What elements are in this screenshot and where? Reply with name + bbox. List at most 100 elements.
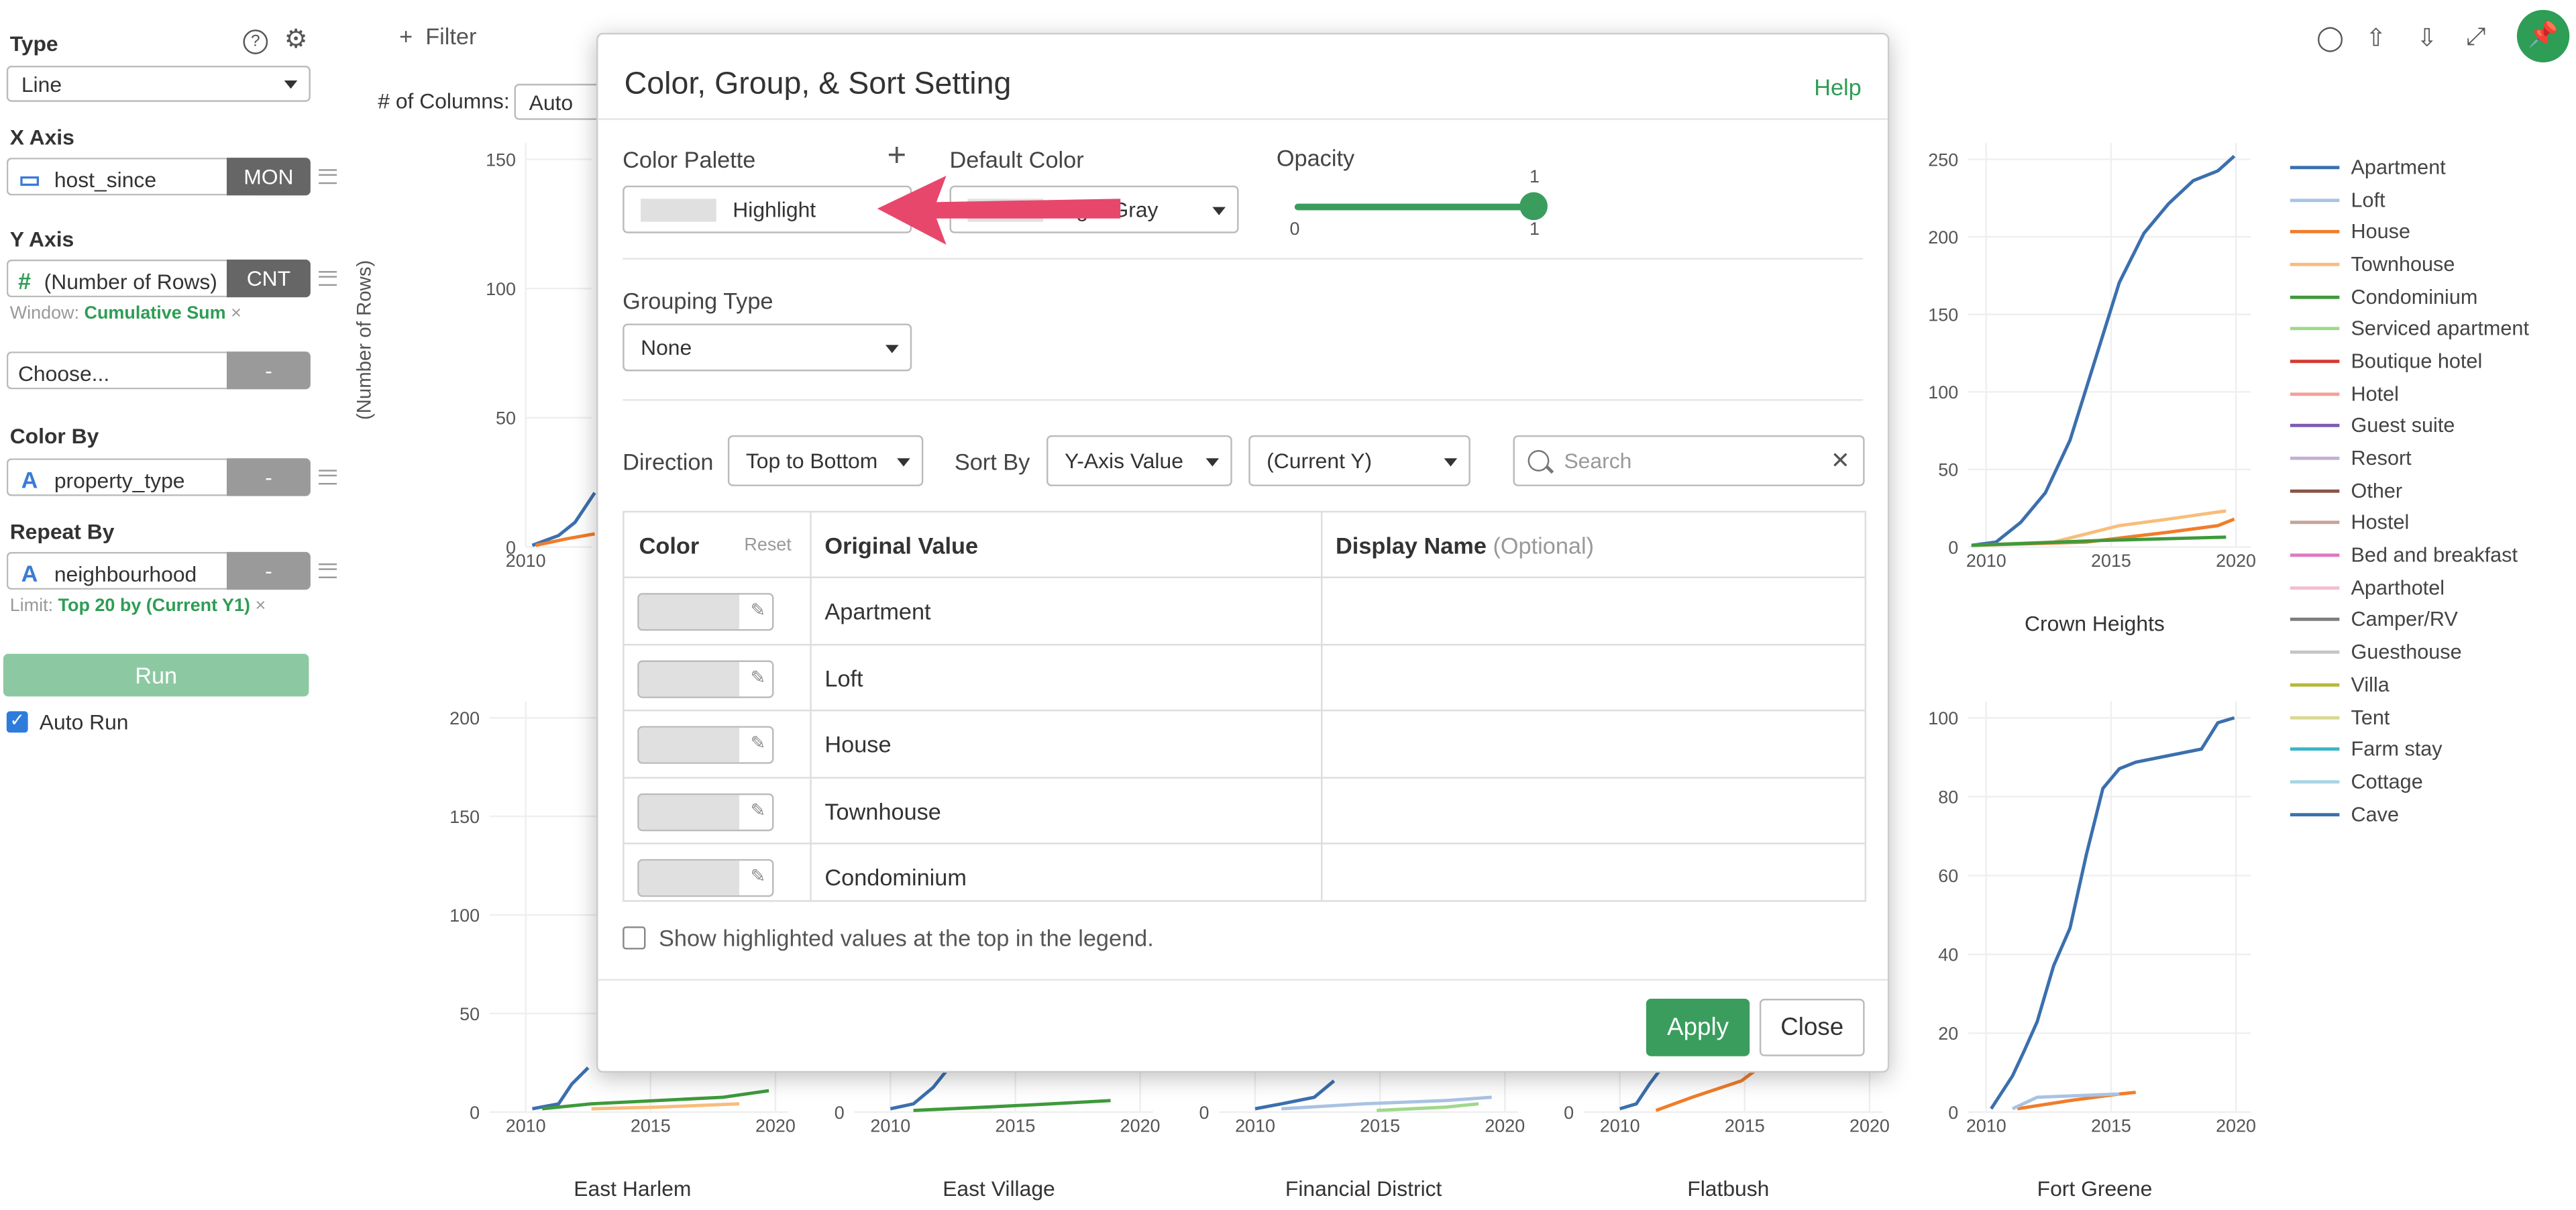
legend-label: Villa <box>2351 673 2390 696</box>
display-name-input[interactable] <box>1321 711 1865 776</box>
col-display-optional: (Optional) <box>1493 532 1594 559</box>
grouping-type-select[interactable]: None <box>623 323 912 372</box>
legend-label: Condominium <box>2351 285 2478 309</box>
y-tick-label: 150 <box>1928 305 1958 325</box>
legend-item[interactable]: Resort <box>2290 442 2529 474</box>
legend-label: Aparthotel <box>2351 576 2445 600</box>
legend-item[interactable]: Apartment <box>2290 151 2529 183</box>
y-tick-label: 0 <box>835 1103 845 1123</box>
legend-item[interactable]: Townhouse <box>2290 248 2529 280</box>
legend-item[interactable]: Camper/RV <box>2290 604 2529 636</box>
legend-item[interactable]: House <box>2290 216 2529 248</box>
close-button[interactable]: Close <box>1759 998 1865 1056</box>
legend-item[interactable]: Cottage <box>2290 765 2529 798</box>
search-icon <box>1527 450 1550 472</box>
legend-label: Apartment <box>2351 156 2446 179</box>
legend-label: Farm stay <box>2351 738 2443 761</box>
help-link[interactable]: Help <box>1814 74 1862 100</box>
add-palette-icon[interactable]: + <box>887 140 906 172</box>
color-picker-button[interactable]: ✎ <box>637 792 774 830</box>
legend-item[interactable]: Loft <box>2290 184 2529 216</box>
y-tick-label: 20 <box>1938 1024 1958 1044</box>
legend-swatch <box>2290 553 2340 557</box>
legend-swatch <box>2290 165 2340 169</box>
y-tick-label: 200 <box>449 708 480 728</box>
legend-swatch <box>2290 424 2340 428</box>
legend-item[interactable]: Bed and breakfast <box>2290 539 2529 571</box>
color-palette-label: Color Palette <box>623 146 756 173</box>
eyedropper-icon: ✎ <box>750 601 766 621</box>
legend-swatch <box>2290 456 2340 460</box>
original-value: Apartment <box>824 598 931 624</box>
display-name-input[interactable] <box>1321 778 1865 843</box>
x-tick-label: 2020 <box>1485 1115 1525 1136</box>
legend-item[interactable]: Cave <box>2290 798 2529 830</box>
legend-swatch <box>2290 586 2340 590</box>
original-value: House <box>824 730 892 757</box>
app-root: Type ? ⚙ Line X Axis ▭ host_since MON Y A… <box>0 0 2576 1210</box>
x-tick-label: 2010 <box>506 551 546 571</box>
legend-item[interactable]: Guesthouse <box>2290 637 2529 669</box>
legend-item[interactable]: Condominium <box>2290 280 2529 313</box>
legend-item[interactable]: Other <box>2290 474 2529 506</box>
legend-item[interactable]: Farm stay <box>2290 733 2529 765</box>
color-picker-button[interactable]: ✎ <box>637 726 774 764</box>
divider <box>598 979 1888 981</box>
clear-search-icon[interactable]: ✕ <box>1831 447 1850 475</box>
color-swatch <box>639 727 740 763</box>
x-tick-label: 2010 <box>1600 1115 1640 1136</box>
sort-by-select[interactable]: Y-Axis Value <box>1046 435 1232 486</box>
sort-target-select[interactable]: (Current Y) <box>1248 435 1470 486</box>
legend-item[interactable]: Boutique hotel <box>2290 345 2529 378</box>
legend-swatch <box>2290 294 2340 298</box>
legend-item[interactable]: Villa <box>2290 669 2529 701</box>
legend-label: Boutique hotel <box>2351 349 2483 373</box>
x-tick-label: 2015 <box>631 1115 671 1136</box>
series-line <box>913 1099 1111 1112</box>
legend-item[interactable]: Guest suite <box>2290 410 2529 442</box>
search-input[interactable]: Search ✕ <box>1513 435 1865 486</box>
series-line <box>1990 716 2235 1110</box>
x-tick-label: 2010 <box>1966 1115 2006 1136</box>
grouping-type-label: Grouping Type <box>623 287 773 314</box>
show-highlighted-checkbox[interactable] <box>623 926 646 950</box>
y-tick-label: 150 <box>449 807 480 827</box>
display-name-input[interactable] <box>1321 645 1865 710</box>
y-tick-label: 0 <box>470 1103 480 1123</box>
color-palette-select[interactable]: Highlight <box>623 185 912 233</box>
legend-label: Guesthouse <box>2351 641 2462 664</box>
opacity-slider-handle[interactable] <box>1519 192 1548 221</box>
direction-label: Direction <box>623 448 714 475</box>
legend-item[interactable]: Tent <box>2290 701 2529 733</box>
color-picker-button[interactable]: ✎ <box>637 859 774 897</box>
direction-select[interactable]: Top to Bottom <box>727 435 924 486</box>
x-tick-label: 2020 <box>2216 551 2256 571</box>
series-line <box>531 492 596 547</box>
eyedropper-icon: ✎ <box>750 800 766 821</box>
legend-item[interactable]: Hotel <box>2290 378 2529 410</box>
display-name-input[interactable] <box>1321 844 1865 900</box>
x-tick-label: 2020 <box>1849 1115 1890 1136</box>
apply-button[interactable]: Apply <box>1646 998 1750 1056</box>
legend-swatch <box>2290 489 2340 493</box>
legend-swatch <box>2290 392 2340 396</box>
x-tick-label: 2015 <box>2091 1115 2131 1136</box>
legend-item[interactable]: Serviced apartment <box>2290 313 2529 345</box>
reset-colors-link[interactable]: Reset <box>744 535 791 555</box>
chevron-down-icon <box>897 458 910 467</box>
opacity-current-value: 1 <box>1529 167 1540 188</box>
legend-label: Serviced apartment <box>2351 317 2529 341</box>
legend-item[interactable]: Hostel <box>2290 507 2529 539</box>
y-axis-title: (Number of Rows) <box>352 260 376 421</box>
opacity-slider-track[interactable] <box>1294 203 1535 211</box>
y-tick-label: 250 <box>1928 150 1958 170</box>
y-tick-label: 50 <box>460 1004 480 1024</box>
eyedropper-icon: ✎ <box>750 667 766 688</box>
palette-swatch <box>641 198 716 221</box>
color-picker-button[interactable]: ✎ <box>637 593 774 631</box>
legend-swatch <box>2290 683 2340 687</box>
color-picker-button[interactable]: ✎ <box>637 659 774 698</box>
palette-value: Highlight <box>733 197 816 222</box>
legend-item[interactable]: Aparthotel <box>2290 571 2529 604</box>
display-name-input[interactable] <box>1321 578 1865 643</box>
